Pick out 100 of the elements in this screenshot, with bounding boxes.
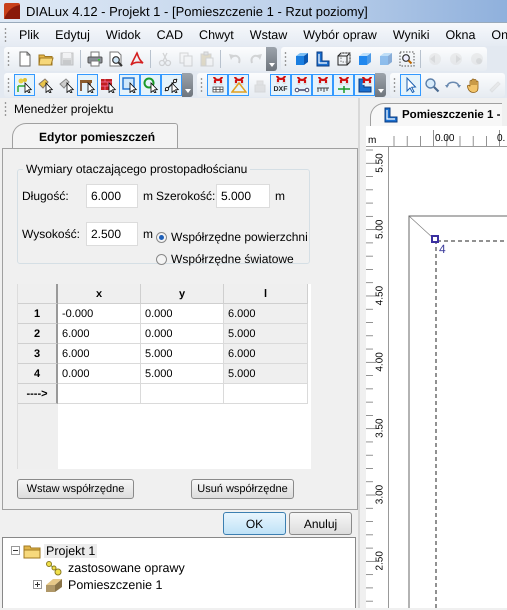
table-cell[interactable]: 6.000 [224, 344, 308, 364]
vertex-handle[interactable] [431, 235, 439, 243]
toolbar-grip[interactable] [200, 77, 203, 93]
menu-item[interactable]: Chwyt [191, 28, 242, 42]
table-cell[interactable]: 5.000 [224, 364, 308, 384]
menu-item[interactable]: Wyniki [384, 28, 438, 42]
ruler-label: 2.50 [374, 551, 386, 571]
cube-icon [294, 51, 310, 67]
field-label: Szerokość: [156, 189, 216, 203]
table-cell[interactable]: 5.000 [141, 344, 224, 364]
tree-item[interactable]: Projekt 1 [44, 544, 98, 558]
toolbar-button[interactable] [119, 74, 140, 96]
row-header: 3 [18, 344, 58, 364]
magnet-chain-icon [294, 77, 310, 93]
toolbar-button[interactable] [291, 74, 312, 96]
dialog-button[interactable]: Anuluj [289, 512, 352, 535]
toolbar-overflow-button[interactable] [182, 73, 193, 97]
menu-item[interactable]: Plik [11, 28, 48, 42]
lamp-pointer-icon [38, 77, 54, 93]
table-cell[interactable]: 5.000 [224, 324, 308, 344]
box-icon [45, 576, 63, 592]
row-header: 2 [18, 324, 58, 344]
table-cell[interactable]: 0.000 [141, 304, 224, 324]
menu-item[interactable]: Wybór opraw [295, 28, 385, 42]
table-cell[interactable]: 0.000 [58, 364, 141, 384]
magnet-l-shape-icon [356, 77, 372, 93]
printer-icon [86, 51, 102, 67]
ruler-label: 4.50 [374, 286, 386, 306]
menu-item[interactable]: Okna [438, 28, 484, 42]
length-field[interactable]: 6.000 [86, 184, 138, 208]
table-cell[interactable] [141, 384, 224, 404]
tree-item[interactable]: Pomieszczenie 1 [66, 578, 164, 592]
tree-item[interactable]: zastosowane oprawy [66, 560, 187, 574]
toolbar-overflow-button[interactable] [266, 47, 277, 71]
unit-label: m [368, 135, 376, 146]
toolbar-button[interactable] [14, 74, 35, 96]
hand-icon [466, 77, 482, 93]
table-cell[interactable]: 5.000 [141, 364, 224, 384]
toolbar-grip[interactable] [284, 51, 287, 67]
toolbar-button[interactable] [77, 74, 98, 96]
radio-button[interactable] [156, 254, 167, 264]
radio-label: Współrzędne światowe [171, 252, 294, 266]
menu-item[interactable]: Wstaw [242, 28, 296, 42]
dialog-button[interactable]: OK [223, 512, 286, 535]
action-button[interactable]: Wstaw współrzędne [17, 479, 134, 499]
toolbar-grip[interactable] [7, 77, 10, 93]
menu-item[interactable]: CAD [148, 28, 192, 42]
height-field[interactable]: 2.500 [86, 222, 138, 246]
toolbar-button[interactable] [400, 74, 421, 96]
action-button[interactable]: Usuń współrzędne [191, 479, 294, 499]
cube-icon [378, 51, 394, 67]
magnet-protractor-icon [230, 77, 246, 93]
ruler-label: 3.50 [374, 418, 386, 438]
table-cell[interactable] [58, 384, 141, 404]
ruler-label: 0.00 [435, 133, 454, 144]
brick-pointer-icon [100, 77, 116, 93]
zoom-area-icon [398, 51, 414, 67]
menu-item[interactable]: On [483, 28, 507, 42]
table-cell[interactable]: 6.000 [58, 324, 141, 344]
menu-item[interactable]: Widok [98, 28, 149, 42]
menu-item[interactable]: Edytuj [47, 28, 98, 42]
spotlight-pointer-icon [58, 77, 74, 93]
panel-title: Menedżer projektu [14, 102, 114, 116]
copy-icon [178, 51, 194, 67]
radio-button[interactable] [156, 232, 167, 242]
toolbar-button[interactable] [140, 74, 161, 96]
scissors-icon [156, 51, 172, 67]
wireframe-cube-icon [336, 51, 352, 67]
expand-toggle[interactable] [33, 580, 42, 589]
line-pointer-icon [164, 77, 180, 93]
toolbar-button[interactable] [161, 74, 182, 96]
magnifier-icon [424, 77, 440, 93]
toolbar-grip[interactable] [393, 77, 396, 93]
toolbar-button[interactable] [312, 74, 333, 96]
l-shape-icon [314, 51, 330, 67]
row-header: 4 [18, 364, 58, 384]
radio-label: Współrzędne powierzchni [171, 230, 308, 244]
table-cell[interactable] [224, 384, 308, 404]
field-label: Wysokość: [22, 227, 81, 241]
toolbar-overflow-button[interactable] [375, 73, 386, 97]
unit-label: m [142, 227, 154, 241]
window-title: DIALux 4.12 - Projekt 1 - [Pomieszczenie 1 - Rzut poziomy] [26, 4, 368, 18]
table-cell[interactable]: 6.000 [224, 304, 308, 324]
table-cell[interactable]: 6.000 [58, 344, 141, 364]
luminaire-network-icon [45, 560, 63, 576]
circle-icon [468, 51, 484, 67]
view-tab[interactable]: Pomieszczenie 1 - [370, 103, 502, 126]
unit-label: m [274, 189, 286, 203]
corner-line [408, 216, 434, 238]
width-field[interactable]: 5.000 [216, 184, 270, 208]
editor-tab[interactable]: Edytor pomieszczeń [12, 123, 178, 149]
toolbar-grip[interactable] [7, 51, 10, 67]
box-icon [356, 51, 372, 67]
expand-toggle[interactable] [11, 546, 20, 555]
table-cell[interactable]: -0.000 [58, 304, 141, 324]
table-cell[interactable]: 0.000 [141, 324, 224, 344]
toolbar-button[interactable] [354, 74, 375, 96]
square-pointer-icon [122, 77, 138, 93]
magnet-plus-icon [336, 77, 352, 93]
ruler-label: 5.00 [374, 220, 386, 240]
